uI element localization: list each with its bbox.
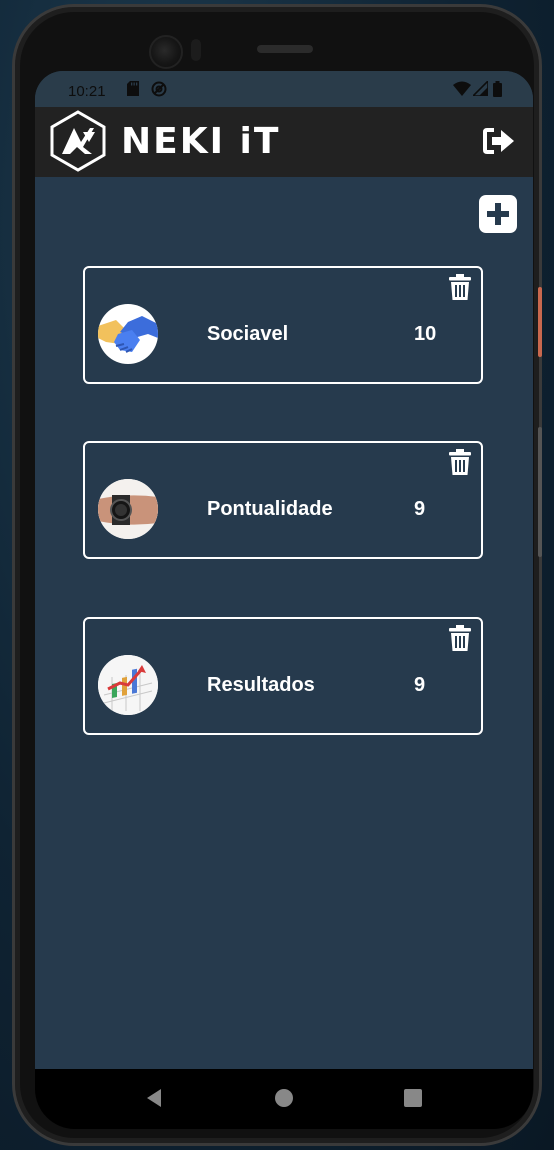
skill-image-wristwatch [98,479,158,539]
trash-icon[interactable] [449,449,471,475]
sd-card-icon [127,81,139,96]
side-volume-button [538,427,542,557]
wifi-icon [453,81,471,96]
logout-icon[interactable] [483,127,515,155]
neki-logo-icon [50,110,106,172]
status-bar: 10:21 [35,71,533,107]
skill-score: 9 [414,674,426,696]
recents-icon[interactable] [403,1088,423,1108]
add-skill-button[interactable] [479,195,517,233]
skill-card: Sociavel 10 [83,266,483,384]
phone-frame: 10:21 NEKI iT Sociavel 10 Pontualidade 9… [12,4,542,1146]
home-icon[interactable] [274,1088,294,1108]
skill-image-handshake [98,304,158,364]
proximity-sensor [191,39,201,61]
at-sign-icon [151,81,167,97]
skill-score: 9 [414,498,426,520]
skill-score: 10 [414,323,437,345]
side-power-button [538,287,542,357]
system-nav-bar [35,1069,533,1129]
brand-title: NEKI iT [121,121,281,162]
trash-icon[interactable] [449,274,471,300]
front-camera [149,35,183,69]
plus-square-icon [487,203,509,225]
status-time: 10:21 [68,83,106,100]
app-screen: 10:21 NEKI iT Sociavel 10 Pontualidade 9… [35,71,533,1071]
trash-icon[interactable] [449,625,471,651]
app-header: NEKI iT [35,107,533,177]
skill-name: Pontualidade [207,498,333,520]
back-icon[interactable] [145,1088,163,1108]
skill-image-growth-chart [98,655,158,715]
skill-card: Resultados 9 [83,617,483,735]
skill-name: Sociavel [207,323,289,345]
earpiece-speaker [257,45,313,53]
skill-card: Pontualidade 9 [83,441,483,559]
battery-icon [493,81,502,97]
signal-icon [473,81,488,96]
skill-name: Resultados [207,674,315,696]
